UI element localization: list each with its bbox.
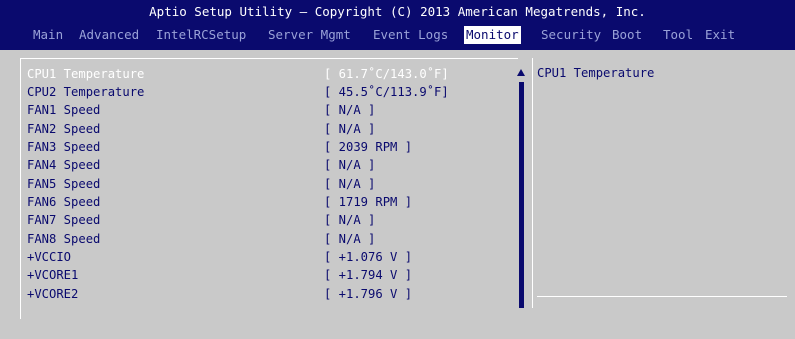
- tab-advanced[interactable]: Advanced: [79, 26, 139, 44]
- row-label[interactable]: FAN4 Speed: [27, 156, 100, 174]
- row-value: [ 1719 RPM ]: [324, 195, 413, 209]
- tab-tool[interactable]: Tool: [663, 26, 693, 44]
- row-label[interactable]: FAN6 Speed: [27, 193, 100, 211]
- row-label[interactable]: +VCORE2: [27, 285, 78, 303]
- monitor-row-fan4-speed[interactable]: FAN4 Speed [ N/A ]: [27, 156, 375, 174]
- row-label[interactable]: +VCCIO: [27, 248, 71, 266]
- row-value: [ 61.7˚C/143.0˚F]: [324, 67, 449, 81]
- scrollbar[interactable]: [519, 82, 524, 308]
- tab-intelrcsetup[interactable]: IntelRCSetup: [156, 26, 246, 44]
- monitor-row-fan6-speed[interactable]: FAN6 Speed [ 1719 RPM ]: [27, 193, 412, 211]
- row-value: [ 2039 RPM ]: [324, 140, 413, 154]
- tab-exit[interactable]: Exit: [705, 26, 735, 44]
- monitor-row-cpu2-temperature[interactable]: CPU2 Temperature [ 45.5˚C/113.9˚F]: [27, 83, 449, 101]
- monitor-row-cpu1-temperature[interactable]: CPU1 Temperature [ 61.7˚C/143.0˚F]: [27, 65, 449, 83]
- monitor-row-vcore2[interactable]: +VCORE2 [ +1.796 V ]: [27, 285, 412, 303]
- row-value: [ 45.5˚C/113.9˚F]: [324, 85, 449, 99]
- row-label[interactable]: FAN1 Speed: [27, 101, 100, 119]
- panel-divider: [532, 58, 533, 308]
- menu-bar: Main Advanced IntelRCSetup Server Mgmt E…: [0, 25, 795, 45]
- row-label[interactable]: FAN8 Speed: [27, 230, 100, 248]
- row-label[interactable]: CPU2 Temperature: [27, 83, 144, 101]
- row-value: [ N/A ]: [324, 177, 376, 191]
- tab-event-logs[interactable]: Event Logs: [373, 26, 448, 44]
- monitor-row-fan8-speed[interactable]: FAN8 Speed [ N/A ]: [27, 230, 375, 248]
- monitor-row-fan1-speed[interactable]: FAN1 Speed [ N/A ]: [27, 101, 375, 119]
- row-value: [ N/A ]: [324, 232, 376, 246]
- row-label[interactable]: CPU1 Temperature: [27, 65, 144, 83]
- scroll-up-arrow-icon[interactable]: [517, 69, 525, 76]
- row-value: [ +1.796 V ]: [324, 287, 413, 301]
- title-bar: Aptio Setup Utility – Copyright (C) 2013…: [0, 0, 795, 50]
- row-label[interactable]: FAN7 Speed: [27, 211, 100, 229]
- tab-server-mgmt[interactable]: Server Mgmt: [268, 26, 351, 44]
- row-value: [ N/A ]: [324, 122, 376, 136]
- tab-monitor[interactable]: Monitor: [464, 26, 521, 44]
- app-title: Aptio Setup Utility – Copyright (C) 2013…: [149, 4, 646, 19]
- help-divider: [537, 296, 787, 297]
- row-label[interactable]: FAN2 Speed: [27, 120, 100, 138]
- monitor-row-fan3-speed[interactable]: FAN3 Speed [ 2039 RPM ]: [27, 138, 412, 156]
- tab-boot[interactable]: Boot: [612, 26, 642, 44]
- monitor-row-vccio[interactable]: +VCCIO [ +1.076 V ]: [27, 248, 412, 266]
- row-value: [ N/A ]: [324, 103, 376, 117]
- row-value: [ +1.794 V ]: [324, 268, 413, 282]
- tab-main[interactable]: Main: [33, 26, 63, 44]
- row-value: [ +1.076 V ]: [324, 250, 413, 264]
- monitor-row-vcore1[interactable]: +VCORE1 [ +1.794 V ]: [27, 266, 412, 284]
- row-label[interactable]: FAN5 Speed: [27, 175, 100, 193]
- row-value: [ N/A ]: [324, 213, 376, 227]
- tab-security[interactable]: Security: [541, 26, 601, 44]
- monitor-row-fan7-speed[interactable]: FAN7 Speed [ N/A ]: [27, 211, 375, 229]
- row-label[interactable]: FAN3 Speed: [27, 138, 100, 156]
- monitor-row-fan5-speed[interactable]: FAN5 Speed [ N/A ]: [27, 175, 375, 193]
- row-value: [ N/A ]: [324, 158, 376, 172]
- monitor-row-fan2-speed[interactable]: FAN2 Speed [ N/A ]: [27, 120, 375, 138]
- help-description: CPU1 Temperature: [537, 66, 655, 80]
- row-label[interactable]: +VCORE1: [27, 266, 78, 284]
